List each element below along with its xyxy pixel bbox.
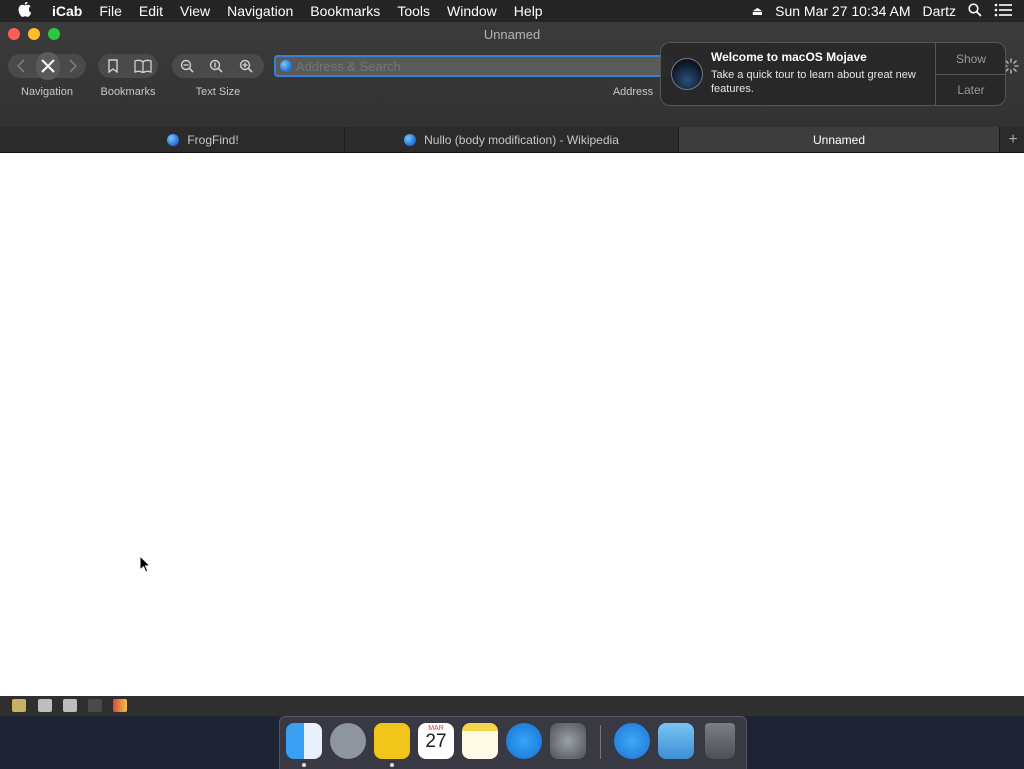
address-bar[interactable] <box>274 55 674 77</box>
mojave-logo-icon <box>671 58 703 90</box>
window-title: Unnamed <box>483 27 541 42</box>
notification-banner[interactable]: Welcome to macOS Mojave Take a quick tou… <box>660 42 1006 106</box>
browser-window: Unnamed Navigation Bookmarks Text Size A… <box>0 22 1024 696</box>
page-content[interactable] <box>0 153 1024 696</box>
upload-icon[interactable] <box>63 699 77 712</box>
new-tab-button[interactable]: + <box>1002 127 1024 152</box>
stop-button[interactable] <box>36 52 60 80</box>
filter-icon[interactable] <box>88 699 102 712</box>
app-store-icon[interactable] <box>506 723 542 759</box>
show-button[interactable]: Show <box>935 43 1006 75</box>
open-book-icon[interactable] <box>132 54 154 81</box>
notes-icon[interactable] <box>462 723 498 759</box>
menu-file[interactable]: File <box>99 3 122 19</box>
download-icon[interactable] <box>38 699 52 712</box>
eject-icon[interactable]: ⏏ <box>752 4 763 18</box>
running-indicator <box>302 763 306 767</box>
user-name[interactable]: Dartz <box>923 3 956 19</box>
notification-title: Welcome to macOS Mojave <box>711 50 867 64</box>
clock[interactable]: Sun Mar 27 10:34 AM <box>775 3 910 19</box>
globe-icon <box>167 133 180 146</box>
cookie-icon[interactable] <box>113 699 127 712</box>
globe-icon <box>404 133 417 146</box>
navigation-label: Navigation <box>21 86 73 98</box>
calendar-day: 27 <box>425 731 447 752</box>
app-menu[interactable]: iCab <box>52 3 82 19</box>
bookmarks-label: Bookmarks <box>100 86 156 98</box>
trash-icon[interactable] <box>705 723 735 759</box>
icab-icon[interactable] <box>374 723 410 759</box>
tab-bar: FrogFind! Nullo (body modification) - Wi… <box>0 127 1024 153</box>
text-size-label: Text Size <box>195 86 241 98</box>
tab-label: Nullo (body modification) - Wikipedia <box>424 132 619 147</box>
dock-separator <box>600 725 601 759</box>
book-icon[interactable] <box>12 699 26 712</box>
notification-center-icon[interactable] <box>994 3 1012 20</box>
address-label: Address <box>612 86 654 98</box>
address-input[interactable] <box>296 55 666 77</box>
zoom-out-icon[interactable] <box>176 54 198 81</box>
applications-folder-icon[interactable] <box>614 723 650 759</box>
menu-tools[interactable]: Tools <box>397 3 430 19</box>
tab-label: FrogFind! <box>187 132 239 147</box>
menu-navigation[interactable]: Navigation <box>227 3 293 19</box>
zoom-in-icon[interactable] <box>235 54 257 81</box>
globe-icon <box>280 60 292 72</box>
apple-menu-icon[interactable] <box>18 0 38 21</box>
menu-bookmarks[interactable]: Bookmarks <box>310 3 380 19</box>
bookmark-icon[interactable] <box>102 54 124 81</box>
calendar-icon[interactable]: MAR 27 <box>418 723 454 759</box>
tab-frogfind[interactable]: FrogFind! <box>62 127 345 152</box>
menu-window[interactable]: Window <box>447 3 497 19</box>
launchpad-icon[interactable] <box>330 723 366 759</box>
status-bar <box>0 696 1024 716</box>
forward-button[interactable] <box>62 54 84 81</box>
spotlight-search-icon[interactable] <box>968 2 982 20</box>
later-button[interactable]: Later <box>935 74 1006 105</box>
menu-edit[interactable]: Edit <box>139 3 163 19</box>
running-indicator <box>390 763 394 767</box>
tab-wikipedia[interactable]: Nullo (body modification) - Wikipedia <box>345 127 679 152</box>
zoom-reset-icon[interactable] <box>205 54 227 81</box>
back-button[interactable] <box>10 54 32 81</box>
finder-icon[interactable] <box>286 723 322 759</box>
menu-view[interactable]: View <box>180 3 210 19</box>
dock: MAR 27 <box>279 716 747 769</box>
notification-body: Take a quick tour to learn about great n… <box>711 69 916 95</box>
documents-folder-icon[interactable] <box>658 723 694 759</box>
menu-bar: iCab File Edit View Navigation Bookmarks… <box>0 0 1024 22</box>
tab-label: Unnamed <box>812 132 866 147</box>
tab-unnamed[interactable]: Unnamed <box>679 127 1000 152</box>
system-preferences-icon[interactable] <box>550 723 586 759</box>
menu-help[interactable]: Help <box>514 3 543 19</box>
